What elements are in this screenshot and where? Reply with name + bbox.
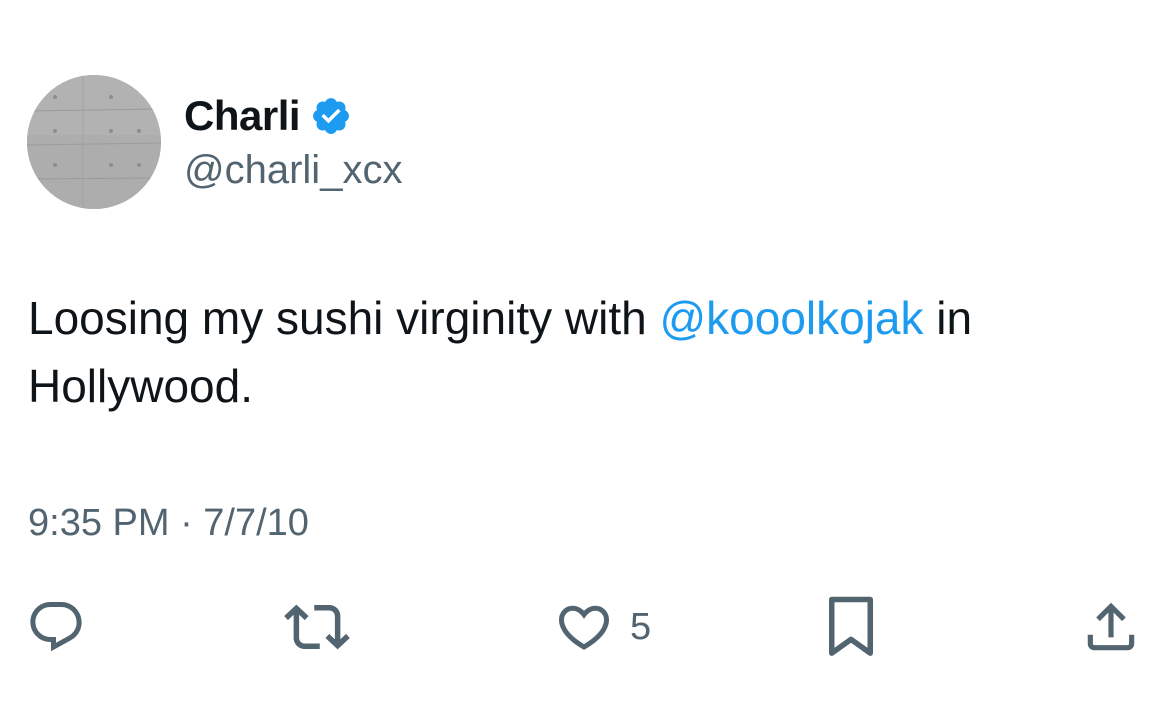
reply-button[interactable] <box>26 592 86 662</box>
bookmark-button[interactable] <box>822 592 880 662</box>
like-button[interactable]: 5 <box>554 592 651 662</box>
bookmark-icon <box>822 594 880 660</box>
display-name-label[interactable]: Charli <box>184 88 301 144</box>
like-count: 5 <box>630 605 652 648</box>
share-button[interactable] <box>1080 592 1142 662</box>
share-icon <box>1080 596 1142 658</box>
mention-link[interactable]: @kooolkojak <box>659 292 923 344</box>
tweet-text: Loosing my sushi virginity with @kooolko… <box>28 284 1138 420</box>
action-bar: 5 <box>0 592 1170 662</box>
verified-badge-icon[interactable] <box>310 95 352 137</box>
display-name[interactable]: Charli <box>184 88 352 144</box>
tweet-timestamp[interactable]: 9:35 PM · 7/7/10 <box>28 496 309 550</box>
retweet-button[interactable] <box>284 592 350 662</box>
tweet-text-before: Loosing my sushi virginity with <box>28 292 660 344</box>
reply-icon <box>26 597 86 657</box>
retweet-icon <box>284 594 350 660</box>
heart-icon <box>554 597 614 657</box>
tweet-card: Charli @charli_xcx Loosing my sushi virg… <box>0 0 1170 704</box>
avatar[interactable] <box>27 75 161 209</box>
user-handle[interactable]: @charli_xcx <box>184 144 402 196</box>
